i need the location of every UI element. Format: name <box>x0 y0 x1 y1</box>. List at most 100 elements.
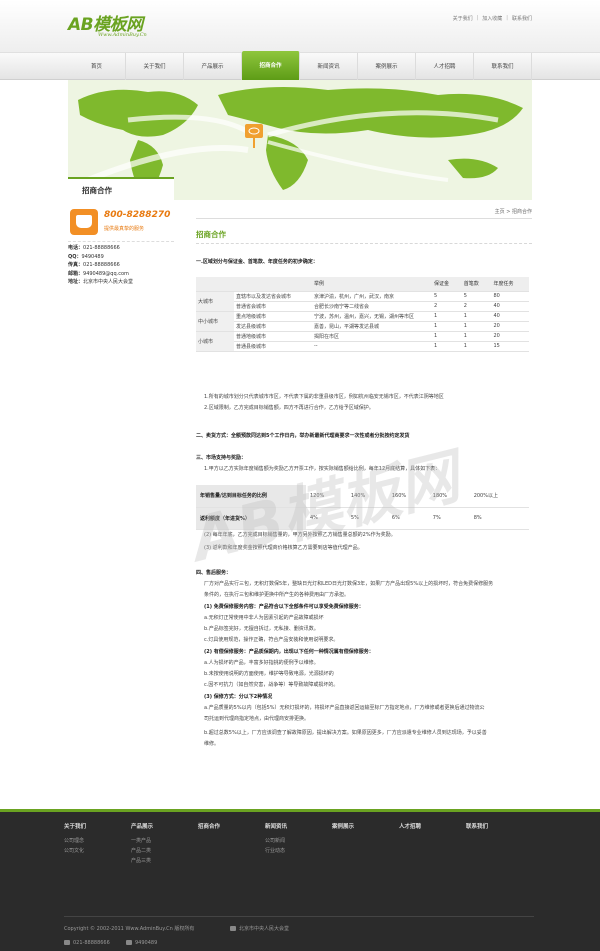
footer-link[interactable]: 公司新闻 <box>265 836 332 846</box>
footer-link[interactable]: 产品三类 <box>131 856 198 866</box>
table-cell: 发达县级城市 <box>234 321 312 332</box>
table-cell: 1 <box>432 341 462 352</box>
table-header <box>234 277 312 292</box>
top-link-bookmark[interactable]: 加入收藏 <box>482 15 502 22</box>
nav-business[interactable]: 招商合作 <box>242 51 300 81</box>
table-cell: 宁波，苏州，温州，嘉兴，无锡，湖州等市区 <box>312 310 432 322</box>
rebate-table: 年销售量/达到目标任务的比例 120% 140% 160% 180% 200%以… <box>196 485 529 530</box>
table-row: 中小城市 重点地级城市 宁波，苏州，温州，嘉兴，无锡，湖州等市区 1 1 40 <box>196 310 529 332</box>
footer-link[interactable]: 一类产品 <box>131 836 198 846</box>
table-cell: 直辖市以及发达省会城市 <box>234 291 312 302</box>
qq-icon <box>126 940 132 945</box>
nav-news[interactable]: 新闻资讯 <box>300 53 358 81</box>
service-line: a.产品质量的5%以内（包括5%）无积灯损坏的，将损坏产品直接返回运输至标厂方指… <box>204 705 485 711</box>
service-line: 条件的，在执行三包和维护更换中所产生的各种费用由厂方承担。 <box>204 592 350 598</box>
contact-list: 电话：021-88888666 QQ：9490489 传真：021-888886… <box>68 244 174 287</box>
table-cell: 年销售量/达到目标任务的比例 <box>196 485 306 508</box>
phone-icon <box>64 940 70 945</box>
table-cell: 4% <box>306 507 347 530</box>
header: AB模板网 Www.AdminBuy.Cn 关于我们 | 加入收藏 | 联系我们 <box>0 0 600 52</box>
table-cell: 普通地级城市 <box>234 330 312 342</box>
nav-cases[interactable]: 案例展示 <box>358 53 416 81</box>
nav-home[interactable]: 首页 <box>68 53 126 81</box>
table-cell: 2 <box>432 301 462 312</box>
table-row: 返利额度（年进货%） 4% 5% 6% 7% 8% <box>196 507 529 530</box>
table-header: 举例 <box>312 277 432 292</box>
copyright: Copyright © 2002-2011 Www.AdminBuy.Cn 版权… <box>64 926 195 932</box>
contact-fax: 传真：021-88888666 <box>68 262 120 268</box>
region-table: 举例 保证金 首笔款 年度任务 大城市 直辖市以及发达省会城市 京津沪渝，杭州，… <box>196 277 529 352</box>
nav-contact[interactable]: 联系我们 <box>474 53 532 81</box>
table-row: 年销售量/达到目标任务的比例 120% 140% 160% 180% 200%以… <box>196 485 529 508</box>
footer-heading[interactable]: 联系我们 <box>466 822 533 836</box>
sidebar-title-box: 招商合作 <box>68 177 174 201</box>
service-line: b.未按使用说明的方面使用，维护等导致电源，光源损坏的 <box>204 671 334 677</box>
logo-subtitle: Www.AdminBuy.Cn <box>98 32 147 38</box>
table-cell: 5 <box>432 291 462 302</box>
table-cell: 1 <box>461 330 492 342</box>
table-cell: 1 <box>461 321 492 332</box>
table-cell: 大城市 <box>196 291 234 312</box>
service-line: c.灯具使用规范，操作正确，符合产品安装和使用说明要求。 <box>204 637 339 643</box>
table-cell: 140% <box>346 485 388 508</box>
table-cell: 普通县级城市 <box>234 341 312 352</box>
footer-heading[interactable]: 案例展示 <box>332 822 399 836</box>
footer-heading[interactable]: 人才招聘 <box>399 822 466 836</box>
table-cell: 1 <box>432 310 462 322</box>
footer-column: 案例展示 <box>332 822 399 866</box>
contact-phone: 电话：021-88888666 <box>68 245 120 251</box>
table-cell: 2 <box>461 301 492 312</box>
breadcrumb[interactable]: 主页 > 招商合作 <box>495 208 532 215</box>
table-cell: 1 <box>461 341 492 352</box>
sidebar: 招商合作 800-8288270 提供最真挚的服务 电话：021-8888866… <box>68 177 174 797</box>
nav-about[interactable]: 关于我们 <box>126 53 184 81</box>
table-cell: 180% <box>428 485 470 508</box>
table-cell: 8% <box>469 507 529 530</box>
footer-link[interactable]: 公司理念 <box>64 836 131 846</box>
footer-column: 人才招聘 <box>399 822 466 866</box>
section-heading: 一.区域划分与保证金、首笔款、年度任务的初步确定： <box>196 259 318 265</box>
footer-heading[interactable]: 产品展示 <box>131 822 198 836</box>
table-header: 年度任务 <box>491 277 529 292</box>
table-cell: 20 <box>491 321 529 332</box>
service-line: 维修。 <box>204 741 220 747</box>
table-cell: 嘉善，昆山，平湖等发达县城 <box>312 321 432 332</box>
service-line: b.超过总数5%以上，厂方应该调查了解故障原因，提出解决方案。如果原因更多，厂方… <box>204 730 487 736</box>
service-line: (2) 有偿保修服务：产品质保期内，出现以下任何一种情况属有偿保修服务： <box>204 649 374 655</box>
footer-link[interactable]: 行业动态 <box>265 846 332 856</box>
footer-link[interactable]: 产品二类 <box>131 846 198 856</box>
divider <box>196 218 532 219</box>
note-line: (2) 每年年底，乙方完成目标销售量的，甲方另外按照乙方销售量总额的2%作为奖励… <box>204 532 396 538</box>
service-line: c.因不可抗力（如自然灾害，战争等）等导致故障或损坏的。 <box>204 682 339 688</box>
top-link-contact[interactable]: 联系我们 <box>512 15 532 22</box>
footer-heading[interactable]: 新闻资讯 <box>265 822 332 836</box>
section-heading: 三、市场支持与奖励： <box>196 455 247 461</box>
table-cell: 5 <box>461 291 492 302</box>
table-row: 发达县级城市 嘉善，昆山，平湖等发达县城 1 1 20 <box>196 321 529 332</box>
table-cell: 20 <box>491 330 529 342</box>
footer-column: 新闻资讯 公司新闻 行业动态 <box>265 822 332 866</box>
table-cell: 京津沪渝，杭州，广州，武汉，南京 <box>312 291 432 302</box>
paragraph: 1.甲方以乙方实际年度销售额为奖励乙方开票工作，按实际销售额给比例，每年12月底… <box>204 466 441 472</box>
nav-jobs[interactable]: 人才招聘 <box>416 53 474 81</box>
table-header: 保证金 <box>432 277 462 292</box>
hotline-subtitle: 提供最真挚的服务 <box>104 226 145 232</box>
contact-email: 邮箱：9490489@qq.com <box>68 270 129 277</box>
table-cell: 合肥长沙南宁等二线省会 <box>312 301 432 312</box>
nav-products[interactable]: 产品展示 <box>184 53 242 81</box>
table-cell: 5% <box>346 507 388 530</box>
footer-link[interactable]: 公司文化 <box>64 846 131 856</box>
footer-heading[interactable]: 关于我们 <box>64 822 131 836</box>
table-cell: 1 <box>432 330 462 342</box>
table-row: 普通县级城市 -- 1 1 15 <box>196 341 529 352</box>
table-cell: 1 <box>432 321 462 332</box>
service-line: 厂方对产品实行三包，无积灯数保5年，整缺日光灯和LED日光灯数保3年，如果厂方产… <box>204 581 494 587</box>
table-cell: 15 <box>491 341 529 352</box>
contact-address: 地址：北京市中央人民大会堂 <box>68 279 134 285</box>
table-cell: 中小城市 <box>196 310 234 332</box>
table-cell: 重点地级城市 <box>234 310 312 322</box>
top-link-about[interactable]: 关于我们 <box>453 15 473 22</box>
logo[interactable]: AB模板网 Www.AdminBuy.Cn <box>68 10 188 46</box>
footer-heading[interactable]: 招商合作 <box>198 822 265 836</box>
table-row: 大城市 直辖市以及发达省会城市 京津沪渝，杭州，广州，武汉，南京 5 5 80 <box>196 291 529 312</box>
